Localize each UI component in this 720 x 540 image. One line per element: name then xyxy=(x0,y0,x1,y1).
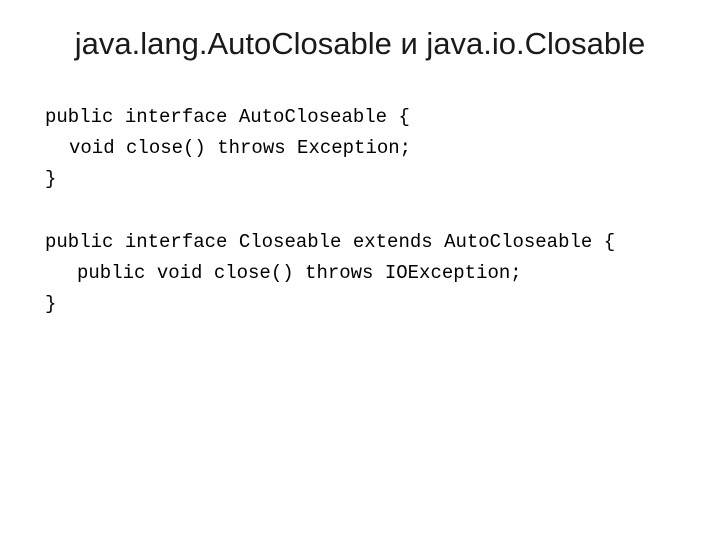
code-line: public interface Closeable extends AutoC… xyxy=(45,227,675,258)
slide-title: java.lang.AutoClosable и java.io.Closabl… xyxy=(45,25,675,64)
code-line: public void close() throws IOException; xyxy=(45,258,675,289)
code-line: public interface AutoCloseable { xyxy=(45,102,675,133)
code-line: } xyxy=(45,164,675,195)
code-line: } xyxy=(45,289,675,320)
code-block: public interface AutoCloseable { void cl… xyxy=(45,102,675,321)
blank-line xyxy=(45,196,675,227)
code-line: void close() throws Exception; xyxy=(45,133,675,164)
